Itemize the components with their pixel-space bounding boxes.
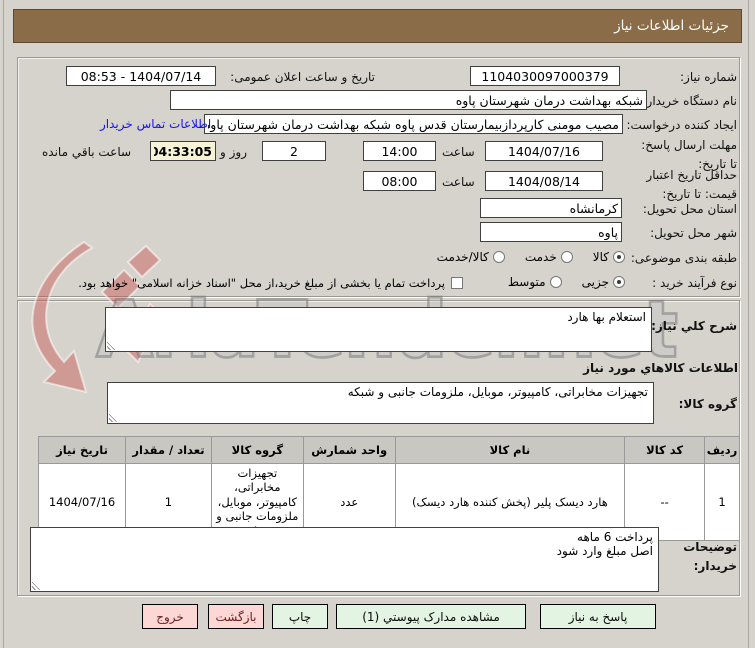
page-left-edge [3,0,4,648]
col-quantity: تعداد / مقدار [125,436,212,464]
radio-medium-label: متوسط [507,275,546,289]
buyer-notes-label: توضیحات خریدار: [683,540,737,573]
delivery-city-input[interactable] [480,222,622,242]
hours-remaining-label: ساعت باقي مانده [42,145,132,159]
process-type-radio-group: جزیی متوسط [508,275,625,289]
treasury-payment-label: پرداخت تمام یا بخشی از مبلغ خرید،از محل … [78,276,445,290]
back-button[interactable]: بازگشت [208,604,264,629]
days-remaining-input[interactable] [262,141,326,161]
respond-to-need-button[interactable]: پاسخ به نیاز [540,604,656,629]
radio-medium[interactable] [549,276,562,288]
request-creator-input[interactable] [204,114,623,134]
buyer-org-label: نام دستگاه خریدار: [642,94,738,108]
price-validity-hour-label: ساعت [442,175,475,189]
radio-goods-service-label: کالا/خدمت [436,250,489,264]
goods-group-textarea[interactable]: تجهیزات مخابراتی، کامپیوتر، موبایل، ملزو… [107,382,654,424]
treasury-payment-checkbox[interactable] [451,277,463,289]
classification-radio-group: کالا خدمت کالا/خدمت [437,250,625,264]
announce-datetime-label: تاریخ و ساعت اعلان عمومی: [230,70,375,84]
delivery-province-input[interactable] [480,198,622,218]
radio-goods[interactable] [613,251,625,263]
goods-table: ردیف کد کالا نام کالا واحد شمارش گروه کا… [37,436,740,541]
radio-goods-service[interactable] [492,251,505,263]
page-right-edge [748,0,749,648]
response-deadline-time-input[interactable] [363,141,436,161]
request-creator-label: ایجاد کننده درخواست: [626,118,737,132]
response-deadline-hour-label: ساعت [442,145,475,159]
cell-row-number: 1 [704,463,740,541]
radio-service-label: خدمت [524,250,557,264]
col-need-date: تاریخ نیاز [37,436,127,464]
price-validity-time-input[interactable] [363,171,436,191]
tender-details-page: AriaTender.net جزئیات اطلاعات نیاز شماره… [0,0,755,648]
buyer-contact-link[interactable]: اطلاعات تماس خریدار [100,117,211,131]
need-number-label: شماره نیاز: [680,70,737,84]
radio-minor[interactable] [613,276,625,288]
radio-goods-label: کالا [592,250,609,264]
price-validity-label: حداقل تاریخ اعتبار قیمت: تا تاریخ: [646,168,737,201]
col-item-code: کد کالا [624,436,706,464]
process-type-label: نوع فرآیند خرید : [652,276,737,290]
delivery-province-label: استان محل تحویل: [642,202,737,216]
page-title: جزئیات اطلاعات نیاز [13,9,742,43]
countdown-timer [150,141,216,161]
overall-desc-label: شرح کلي نیاز: [651,319,737,333]
days-label: روز و [220,145,247,159]
col-row-number: ردیف [704,436,740,464]
goods-group-label: گروه کالا: [678,397,737,411]
response-deadline-date-input[interactable] [485,141,603,161]
buyer-notes-textarea[interactable]: پرداخت 6 ماهه اصل مبلغ وارد شود [30,527,659,592]
price-validity-date-input[interactable] [485,171,603,191]
overall-desc-textarea[interactable]: استعلام بها هارد [105,307,652,352]
delivery-city-label: شهر محل تحویل: [650,226,737,240]
classification-label: طبقه بندی موضوعی: [630,251,737,265]
exit-button[interactable]: خروج [142,604,198,629]
view-attachments-button[interactable]: مشاهده مدارک پیوستي (1) [336,604,526,629]
goods-table-header-row: ردیف کد کالا نام کالا واحد شمارش گروه کا… [37,436,740,464]
col-item-name: نام کالا [394,436,626,464]
need-number-input[interactable] [470,66,620,86]
radio-minor-label: جزیی [581,275,609,289]
print-button[interactable]: چاپ [272,604,328,629]
col-unit: واحد شمارش [302,436,396,464]
announce-datetime-input[interactable] [66,66,216,86]
goods-section-header: اطلاعات کالاهاي مورد نیاز [583,361,738,375]
col-item-group: گروه کالا [210,436,304,464]
treasury-payment-row: پرداخت تمام یا بخشی از مبلغ خرید،از محل … [78,276,463,290]
buyer-org-input[interactable] [170,90,647,110]
radio-service[interactable] [560,251,573,263]
